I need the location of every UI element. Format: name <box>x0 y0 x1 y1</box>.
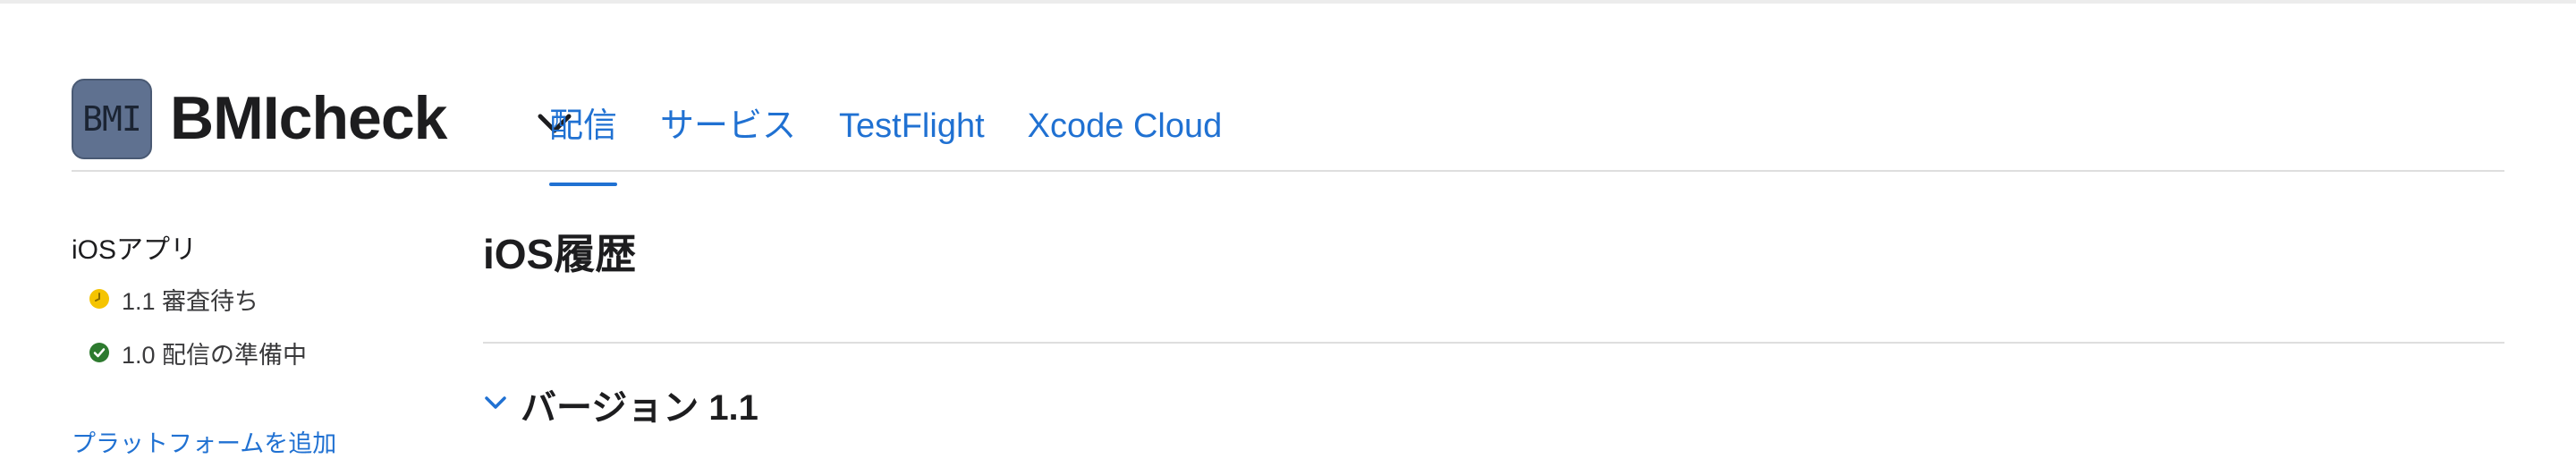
clock-icon <box>89 289 109 309</box>
version-section-toggle[interactable]: バージョン 1.1 <box>483 376 758 433</box>
checkmark-circle-icon <box>89 343 109 362</box>
tab-distribution[interactable]: 配信 <box>549 95 618 186</box>
sidebar-item-version-1-1[interactable]: 1.1 審査待ち <box>72 272 447 326</box>
tab-testflight[interactable]: TestFlight <box>839 95 985 170</box>
page-title: iOS履歴 <box>483 231 637 277</box>
sidebar-item-version-1-0[interactable]: 1.0 配信の準備中 <box>72 326 447 379</box>
chevron-down-icon <box>483 394 508 416</box>
sidebar-heading-ios-app: iOSアプリ <box>72 235 198 265</box>
top-border <box>0 0 2576 4</box>
version-title: バージョン 1.1 <box>521 388 758 428</box>
app-name[interactable]: BMIcheck <box>170 82 447 154</box>
header-divider <box>72 170 2504 172</box>
main-tabs: 配信 サービス TestFlight Xcode Cloud <box>549 95 1223 186</box>
tab-xcode-cloud[interactable]: Xcode Cloud <box>1028 95 1223 170</box>
section-divider <box>483 342 2504 344</box>
sidebar: iOSアプリ 1.1 審査待ち 1.0 配信の準備中 プラットフォームを追加 <box>72 229 447 459</box>
app-icon-label: BMI <box>82 99 142 139</box>
add-platform-link[interactable]: プラットフォームを追加 <box>72 424 447 459</box>
app-icon[interactable]: BMI <box>72 79 152 159</box>
main-content: iOS履歴 バージョン 1.1 <box>483 229 2504 428</box>
sidebar-item-label: 1.0 配信の準備中 <box>122 341 308 369</box>
sidebar-item-label: 1.1 審査待ち <box>122 287 259 315</box>
tab-services[interactable]: サービス <box>660 95 796 170</box>
app-header: BMI BMIcheck 配信 サービス TestFlight Xcode Cl… <box>72 77 2504 186</box>
